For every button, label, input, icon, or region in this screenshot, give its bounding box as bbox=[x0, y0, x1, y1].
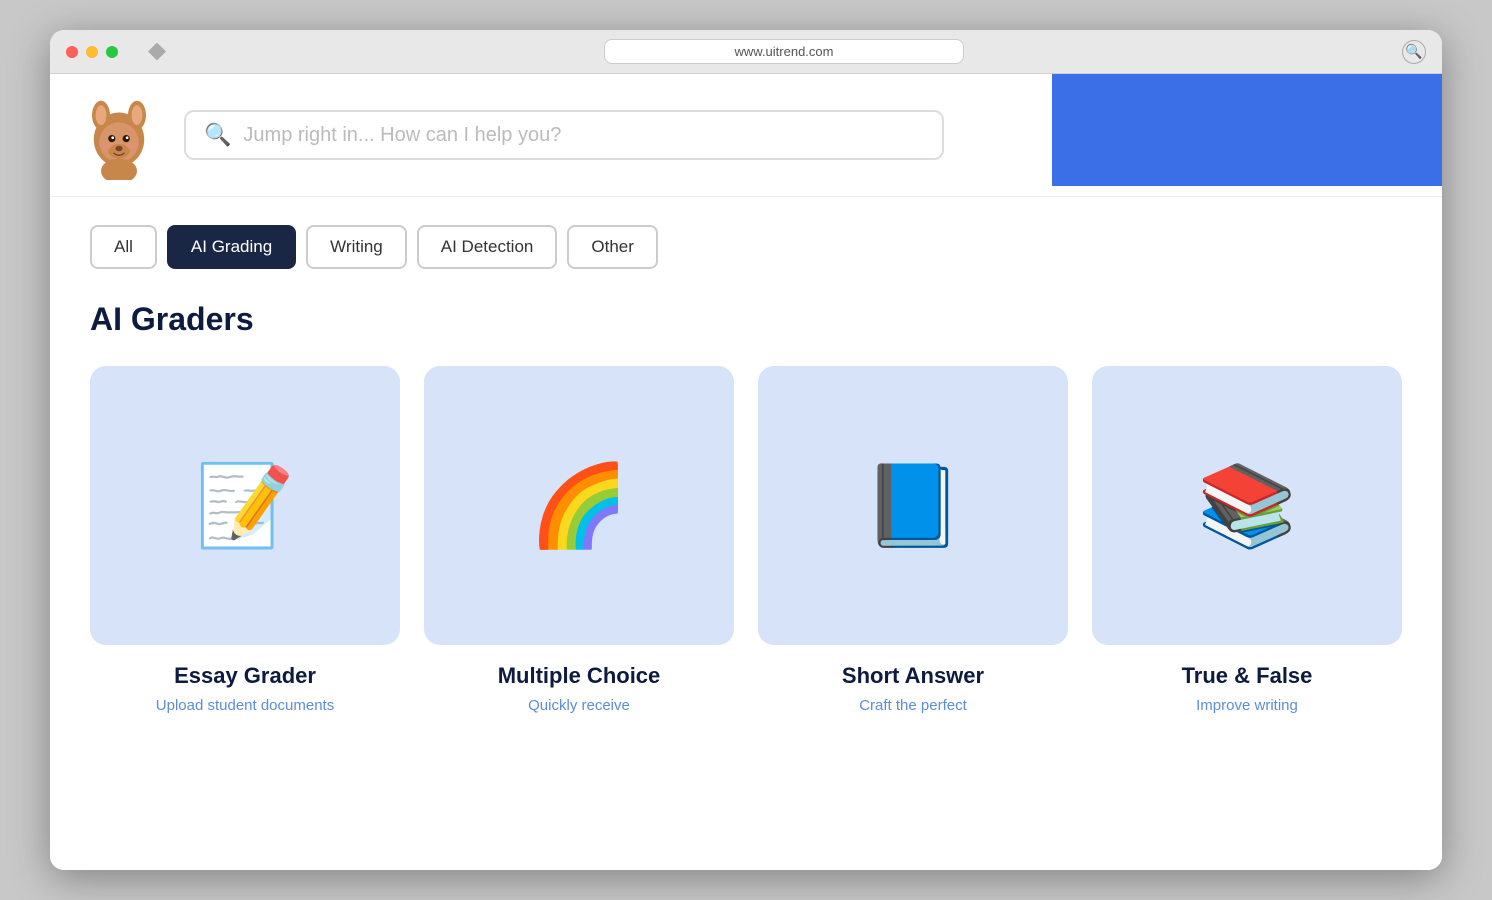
tab-other[interactable]: Other bbox=[567, 225, 658, 269]
address-bar-wrapper: www.uitrend.com bbox=[174, 39, 1394, 64]
card-image-multiple: 🌈 bbox=[424, 366, 734, 645]
card-desc-multiple: Quickly receive bbox=[528, 695, 630, 716]
kangaroo-logo bbox=[74, 90, 164, 180]
search-placeholder: Jump right in... How can I help you? bbox=[243, 124, 561, 147]
card-desc-essay: Upload student documents bbox=[156, 695, 334, 716]
address-bar[interactable]: www.uitrend.com bbox=[604, 39, 964, 64]
card-multiple-choice[interactable]: 🌈 Multiple Choice Quickly receive bbox=[424, 366, 734, 716]
section-title: AI Graders bbox=[90, 301, 1402, 338]
short-answer-icon: 📘 bbox=[863, 466, 963, 546]
browser-titlebar: www.uitrend.com 🔍 bbox=[50, 30, 1442, 74]
search-bar[interactable]: 🔍 Jump right in... How can I help you? bbox=[184, 110, 944, 160]
card-image-essay: 📝 bbox=[90, 366, 400, 645]
card-title-essay: Essay Grader bbox=[174, 663, 316, 689]
url-text: www.uitrend.com bbox=[735, 44, 834, 59]
cards-grid: 📝 Essay Grader Upload student documents … bbox=[90, 366, 1402, 716]
multiple-choice-icon: 🌈 bbox=[529, 466, 629, 546]
card-desc-short: Craft the perfect bbox=[859, 695, 967, 716]
search-icon-main: 🔍 bbox=[204, 122, 231, 148]
minimize-button[interactable] bbox=[86, 46, 98, 58]
tab-writing[interactable]: Writing bbox=[306, 225, 407, 269]
window-icon bbox=[148, 43, 166, 61]
true-false-icon: 📚 bbox=[1197, 466, 1297, 546]
tab-ai-detection[interactable]: AI Detection bbox=[417, 225, 558, 269]
browser-content: 🔍 Jump right in... How can I help you? A… bbox=[50, 74, 1442, 870]
close-button[interactable] bbox=[66, 46, 78, 58]
tab-ai-grading[interactable]: AI Grading bbox=[167, 225, 296, 269]
card-title-multiple: Multiple Choice bbox=[498, 663, 661, 689]
card-short-answer[interactable]: 📘 Short Answer Craft the perfect bbox=[758, 366, 1068, 716]
card-image-short: 📘 bbox=[758, 366, 1068, 645]
app-header: 🔍 Jump right in... How can I help you? bbox=[50, 74, 1442, 197]
browser-search-icon[interactable]: 🔍 bbox=[1402, 40, 1426, 64]
maximize-button[interactable] bbox=[106, 46, 118, 58]
browser-window: www.uitrend.com 🔍 bbox=[50, 30, 1442, 870]
card-image-true-false: 📚 bbox=[1092, 366, 1402, 645]
tab-all[interactable]: All bbox=[90, 225, 157, 269]
card-essay-grader[interactable]: 📝 Essay Grader Upload student documents bbox=[90, 366, 400, 716]
filter-tabs: All AI Grading Writing AI Detection Othe… bbox=[90, 225, 1402, 269]
essay-grader-icon: 📝 bbox=[195, 466, 295, 546]
card-title-true-false: True & False bbox=[1182, 663, 1313, 689]
card-desc-true-false: Improve writing bbox=[1196, 695, 1298, 716]
card-true-false[interactable]: 📚 True & False Improve writing bbox=[1092, 366, 1402, 716]
main-content: All AI Grading Writing AI Detection Othe… bbox=[50, 197, 1442, 870]
card-title-short: Short Answer bbox=[842, 663, 984, 689]
